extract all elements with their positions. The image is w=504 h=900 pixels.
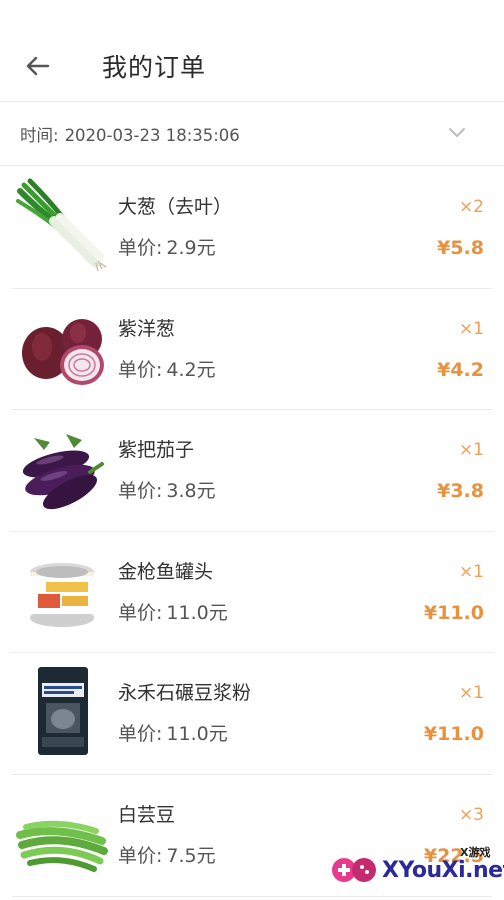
back-arrow-icon[interactable] bbox=[22, 50, 54, 82]
order-time-label: 时间: bbox=[20, 126, 59, 145]
order-item-list: 大葱（去叶） 单价: 2.9元 ×2 ¥5.8 紫洋葱 单价: 4.2元 ×1 ¥4… bbox=[0, 167, 504, 897]
app-header: 我的订单 bbox=[0, 0, 504, 102]
item-name: 永禾石碾豆浆粉 bbox=[118, 682, 252, 705]
unit-price-label: 单价: bbox=[118, 480, 163, 503]
chevron-down-icon[interactable] bbox=[446, 124, 468, 140]
unit-price-value: 11.0元 bbox=[166, 723, 228, 746]
order-time-bar[interactable]: 时间: 2020-03-23 18:35:06 bbox=[0, 102, 504, 166]
unit-price-value: 4.2元 bbox=[166, 358, 216, 381]
item-unit-price: 单价: 3.8元 bbox=[118, 477, 216, 505]
scallion-icon bbox=[16, 178, 107, 272]
unit-price-value: 7.5元 bbox=[166, 844, 216, 867]
watermark-main-text: XYouXi.net bbox=[382, 858, 504, 883]
order-time: 时间: 2020-03-23 18:35:06 bbox=[20, 124, 240, 148]
order-item[interactable]: 紫把茄子 单价: 3.8元 ×1 ¥3.8 bbox=[0, 410, 504, 532]
watermark: X游戏 XYouXi.net bbox=[330, 842, 504, 894]
item-unit-price: 单价: 4.2元 bbox=[118, 356, 216, 384]
item-quantity: ×3 bbox=[458, 804, 484, 825]
item-quantity: ×2 bbox=[458, 197, 484, 217]
item-unit-price: 单价: 11.0元 bbox=[118, 599, 228, 627]
order-item[interactable]: 紫洋葱 单价: 4.2元 ×1 ¥4.2 bbox=[0, 289, 504, 411]
order-time-value: 2020-03-23 18:35:06 bbox=[64, 126, 240, 145]
item-name: 金枪鱼罐头 bbox=[118, 560, 214, 583]
unit-price-label: 单价: bbox=[118, 601, 163, 624]
item-name: 大葱（去叶） bbox=[118, 196, 233, 218]
order-item[interactable]: 大葱（去叶） 单价: 2.9元 ×2 ¥5.8 bbox=[0, 167, 504, 289]
gamepad-logo-icon bbox=[332, 858, 376, 882]
item-quantity: ×1 bbox=[458, 561, 484, 582]
unit-price-value: 3.8元 bbox=[166, 480, 216, 503]
item-total: ¥4.2 bbox=[437, 358, 484, 381]
eggplant-icon bbox=[22, 434, 104, 510]
order-item[interactable]: 永禾石碾豆浆粉 单价: 11.0元 ×1 ¥11.0 bbox=[0, 653, 504, 775]
red-onion-icon bbox=[22, 318, 104, 385]
item-name: 紫把茄子 bbox=[118, 439, 195, 462]
item-unit-price: 单价: 11.0元 bbox=[118, 720, 228, 748]
item-quantity: ×1 bbox=[458, 318, 484, 339]
unit-price-label: 单价: bbox=[118, 723, 163, 746]
unit-price-value: 2.9元 bbox=[166, 237, 216, 259]
white-bean-icon bbox=[16, 820, 108, 872]
item-name: 紫洋葱 bbox=[118, 317, 176, 340]
divider bbox=[12, 895, 492, 897]
soy-powder-bag-icon bbox=[38, 667, 88, 756]
order-item[interactable]: 金枪鱼罐头 单价: 11.0元 ×1 ¥11.0 bbox=[0, 532, 504, 654]
unit-price-label: 单价: bbox=[118, 358, 163, 381]
unit-price-label: 单价: bbox=[118, 237, 163, 259]
item-quantity: ×1 bbox=[458, 440, 484, 461]
item-total: ¥11.0 bbox=[423, 601, 484, 624]
item-name: 白芸豆 bbox=[118, 803, 176, 826]
item-unit-price: 单价: 7.5元 bbox=[118, 842, 216, 870]
tuna-can-icon bbox=[30, 562, 94, 627]
item-total: ¥3.8 bbox=[437, 480, 484, 503]
page-title: 我的订单 bbox=[102, 53, 207, 82]
item-quantity: ×1 bbox=[458, 683, 484, 704]
unit-price-value: 11.0元 bbox=[166, 601, 228, 624]
item-total: ¥5.8 bbox=[437, 237, 484, 259]
item-total: ¥11.0 bbox=[423, 723, 484, 746]
item-unit-price: 单价: 2.9元 bbox=[118, 234, 216, 262]
unit-price-label: 单价: bbox=[118, 844, 163, 867]
